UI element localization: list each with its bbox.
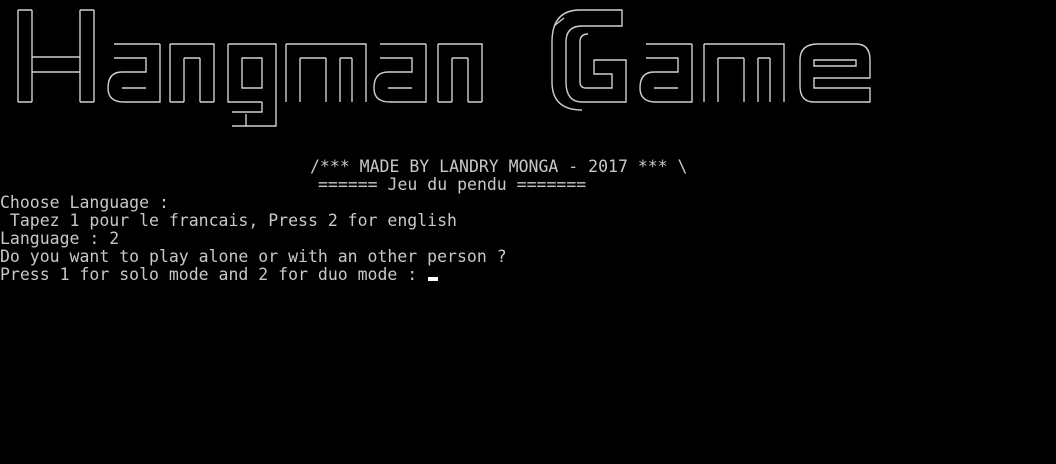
credits-line: /*** MADE BY LANDRY MONGA - 2017 *** \ — [310, 157, 688, 176]
ascii-banner — [10, 2, 890, 152]
mode-prompt-text: Press 1 for solo mode and 2 for duo mode… — [0, 265, 428, 284]
prompt-choose-language: Choose Language : — [0, 193, 169, 212]
text-cursor[interactable] — [428, 277, 439, 281]
language-options-line: Tapez 1 pour le francais, Press 2 for en… — [0, 211, 457, 230]
mode-prompt-line[interactable]: Press 1 for solo mode and 2 for duo mode… — [0, 265, 439, 284]
subtitle-line: ====== Jeu du pendu ======= — [318, 175, 587, 194]
ascii-banner-art — [17, 9, 871, 127]
mode-question-line: Do you want to play alone or with an oth… — [0, 247, 507, 266]
console-window: /*** MADE BY LANDRY MONGA - 2017 *** \ =… — [0, 0, 1056, 464]
language-answer-line: Language : 2 — [0, 229, 120, 248]
